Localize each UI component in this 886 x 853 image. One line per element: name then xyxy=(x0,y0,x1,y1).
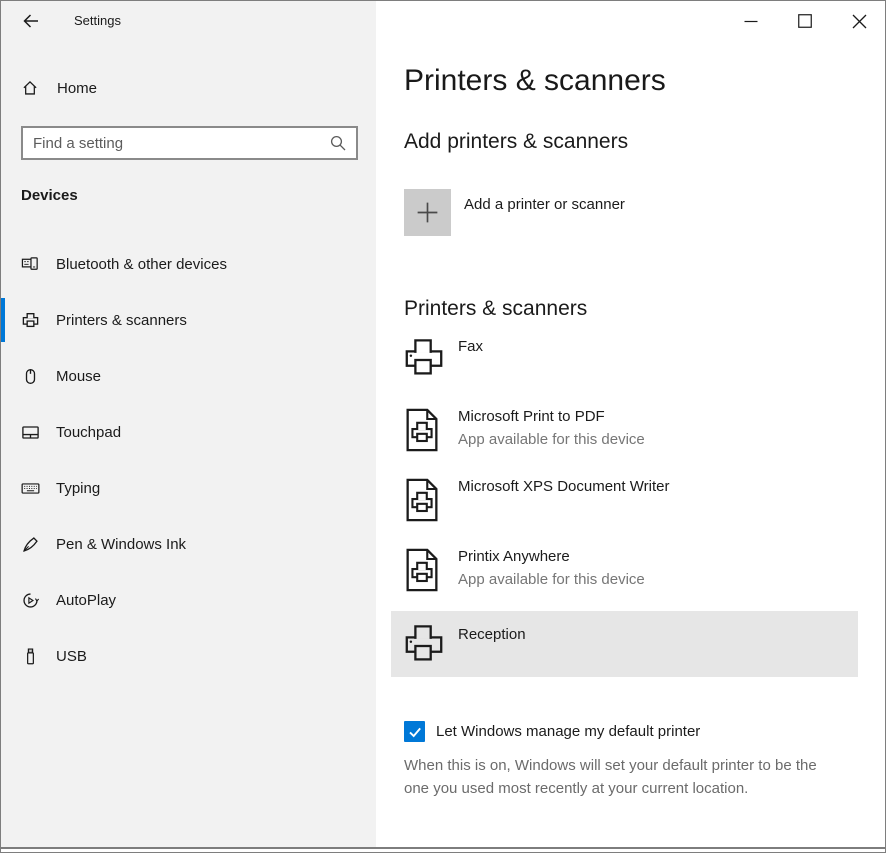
sidebar: Settings Home Devices Bluet xyxy=(1,1,376,847)
printer-row[interactable]: Fax xyxy=(404,331,858,401)
printer-row[interactable]: Printix Anywhere App available for this … xyxy=(404,541,858,611)
printer-name: Microsoft XPS Document Writer xyxy=(458,475,669,498)
sidebar-item-mouse[interactable]: Mouse xyxy=(1,354,376,398)
printer-small-icon xyxy=(21,311,41,330)
printer-row[interactable]: Microsoft Print to PDF App available for… xyxy=(404,401,858,471)
default-printer-checkbox[interactable] xyxy=(404,721,425,742)
sidebar-item-touchpad[interactable]: Touchpad xyxy=(1,410,376,454)
home-icon xyxy=(21,79,39,97)
plus-icon xyxy=(414,199,441,226)
sidebar-item-home[interactable]: Home xyxy=(1,70,376,106)
keyboard-icon xyxy=(21,479,41,498)
add-printer-label: Add a printer or scanner xyxy=(464,189,625,215)
page-content: Printers & scanners Add printers & scann… xyxy=(404,1,862,800)
mouse-icon xyxy=(21,367,41,386)
printer-name: Microsoft Print to PDF xyxy=(458,405,645,428)
default-printer-description: When this is on, Windows will set your d… xyxy=(404,754,836,800)
default-printer-checkbox-label: Let Windows manage my default printer xyxy=(436,723,700,740)
app-title: Settings xyxy=(74,13,121,28)
devices-icon xyxy=(21,255,41,274)
sidebar-item-usb[interactable]: USB xyxy=(1,634,376,678)
back-button[interactable] xyxy=(15,7,47,35)
printer-list: Fax Microsoft Print to PDF App available… xyxy=(404,331,858,677)
sidebar-item-bluetooth[interactable]: Bluetooth & other devices xyxy=(1,242,376,286)
search-box xyxy=(21,126,358,160)
printers-section-header: Printers & scanners xyxy=(404,294,862,324)
pen-icon xyxy=(21,535,41,554)
sidebar-item-pen[interactable]: Pen & Windows Ink xyxy=(1,522,376,566)
add-section-header: Add printers & scanners xyxy=(404,127,862,157)
printer-row[interactable]: Reception xyxy=(391,611,858,677)
sidebar-item-autoplay[interactable]: AutoPlay xyxy=(1,578,376,622)
search-input[interactable] xyxy=(23,128,356,158)
doc-printer-icon xyxy=(404,548,458,592)
touchpad-icon xyxy=(21,423,41,442)
autoplay-icon xyxy=(21,591,41,610)
doc-printer-icon xyxy=(404,408,458,452)
main-panel: Printers & scanners Add printers & scann… xyxy=(376,1,886,847)
home-label: Home xyxy=(57,80,97,97)
doc-printer-icon xyxy=(404,478,458,522)
printer-status: App available for this device xyxy=(458,568,645,592)
printer-name: Reception xyxy=(458,623,526,646)
checkmark-icon xyxy=(407,724,423,740)
default-printer-toggle-row[interactable]: Let Windows manage my default printer xyxy=(404,721,862,742)
printer-name: Printix Anywhere xyxy=(458,545,645,568)
printer-icon xyxy=(404,624,458,668)
settings-window: Settings Home Devices Bluet xyxy=(0,0,886,853)
usb-icon xyxy=(21,647,41,666)
sidebar-item-printers[interactable]: Printers & scanners xyxy=(1,298,376,342)
printer-icon xyxy=(404,338,458,382)
add-printer-row[interactable]: Add a printer or scanner xyxy=(404,189,862,236)
page-title: Printers & scanners xyxy=(404,61,862,101)
add-printer-button[interactable] xyxy=(404,189,451,236)
search-icon xyxy=(330,135,347,152)
sidebar-item-typing[interactable]: Typing xyxy=(1,466,376,510)
devices-group-header: Devices xyxy=(21,187,78,204)
printer-row[interactable]: Microsoft XPS Document Writer xyxy=(404,471,858,541)
window-bottom-edge xyxy=(1,847,885,849)
printer-name: Fax xyxy=(458,335,483,358)
printer-status: App available for this device xyxy=(458,428,645,452)
back-arrow-icon xyxy=(22,12,40,30)
sidebar-nav: Bluetooth & other devices Printers & sca… xyxy=(1,242,376,690)
